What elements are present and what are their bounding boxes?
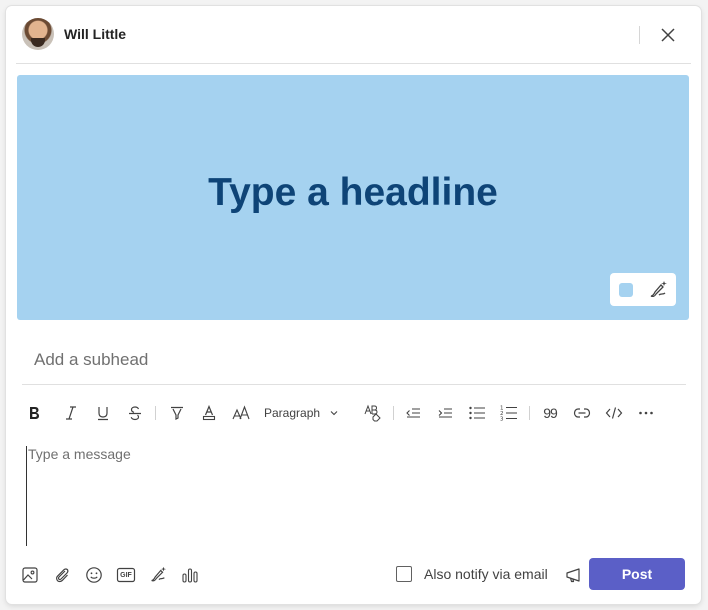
poll-button[interactable] [178,563,202,587]
avatar [22,18,54,50]
increase-indent-button[interactable] [433,400,457,426]
emoji-button[interactable] [82,563,106,587]
notify-email-checkbox[interactable] [396,566,412,582]
banner-tools [610,273,676,306]
highlight-icon [171,406,183,420]
gif-label: GIF [120,571,132,579]
insert-image-button[interactable] [18,563,42,587]
headline-input[interactable]: Type a headline [17,171,689,215]
compose-actions: GIF Also notify via email Post [6,558,701,592]
formatting-toolbar: Paragraph 123 99 [22,400,686,426]
message-input[interactable] [26,446,686,546]
code-snippet-icon [605,407,623,419]
designer-button[interactable] [647,279,669,301]
underline-button[interactable] [91,400,115,426]
author-name: Will Little [64,26,127,42]
megaphone-icon [566,568,580,583]
designer-brush-icon [650,281,667,298]
post-button[interactable]: Post [589,558,685,590]
italic-button[interactable] [59,400,83,426]
quote-button[interactable]: 99 [538,400,562,426]
notify-email-label: Also notify via email [424,566,548,582]
attach-file-button[interactable] [50,563,74,587]
bold-button[interactable] [22,400,46,426]
underline-icon [98,407,108,421]
bold-icon [30,407,39,419]
decrease-indent-button[interactable] [401,400,425,426]
clear-formatting-button[interactable] [361,400,385,426]
banner-color-button[interactable] [619,283,633,297]
toolbar-separator [529,406,530,420]
toolbar-separator [393,406,394,420]
emoji-icon [86,567,102,583]
more-options-button[interactable] [634,400,658,426]
subhead-input[interactable] [22,335,686,385]
paragraph-label: Paragraph [264,406,321,420]
numbered-list-button[interactable]: 123 [497,400,521,426]
header-separator [16,63,691,64]
italic-icon [66,406,76,420]
clear-formatting-icon [364,404,381,422]
font-color-button[interactable] [197,400,221,426]
image-icon [22,567,38,583]
font-color-icon [202,405,216,421]
notify-email-option[interactable]: Also notify via email [396,564,548,584]
paragraph-dropdown[interactable]: Paragraph [264,400,348,426]
post-composer: Will Little Type a headline Add a subhea… [6,6,701,604]
svg-text:3: 3 [500,417,504,423]
designer-brush-icon [151,566,167,582]
announcement-button[interactable] [562,563,586,587]
composer-header: Will Little [6,6,701,64]
bulleted-list-icon [469,406,485,420]
toolbar-separator [155,406,156,420]
headline-banner[interactable]: Type a headline [17,75,689,320]
close-icon [661,28,675,42]
quote-icon: 99 [543,405,558,421]
code-snippet-button[interactable] [602,400,626,426]
chevron-down-icon [330,411,338,416]
bulleted-list-button[interactable] [465,400,489,426]
header-divider [639,26,640,44]
gif-button[interactable]: GIF [114,563,138,587]
poll-icon [182,568,198,583]
designer-compose-button[interactable] [146,563,170,587]
paperclip-icon [56,568,69,583]
font-size-icon [232,405,250,420]
numbered-list-icon: 123 [500,406,517,423]
close-button[interactable] [656,23,680,47]
highlight-button[interactable] [165,400,189,426]
increase-indent-icon [438,408,452,418]
more-options-icon [639,411,653,415]
strikethrough-button[interactable] [123,400,147,426]
link-icon [573,408,591,418]
strikethrough-icon [129,406,141,421]
decrease-indent-icon [406,408,420,418]
link-button[interactable] [570,400,594,426]
font-size-button[interactable] [229,400,253,426]
